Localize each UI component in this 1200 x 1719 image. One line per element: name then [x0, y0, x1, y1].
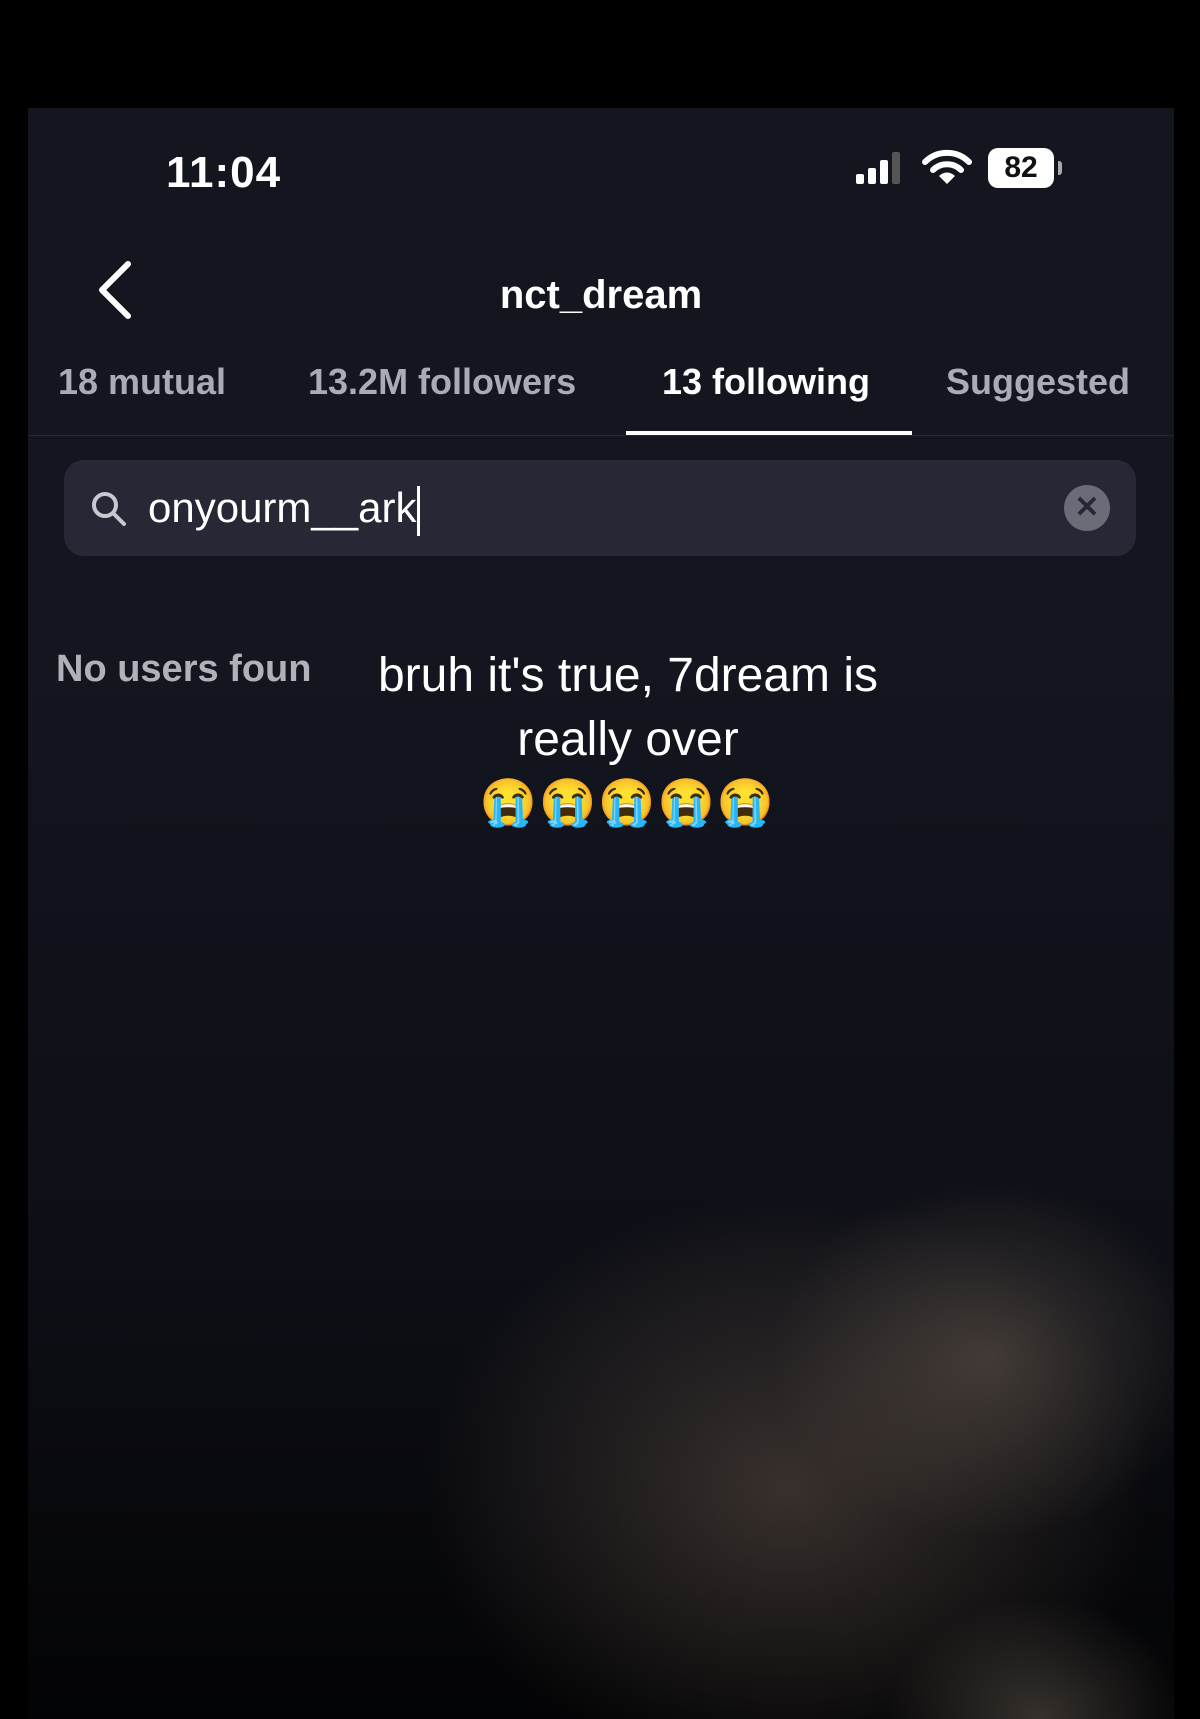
- wifi-icon: [922, 149, 972, 184]
- active-tab-indicator: [626, 431, 912, 435]
- cellular-signal-icon: [856, 152, 900, 184]
- status-icons: 82: [854, 148, 1062, 188]
- tab-suggested[interactable]: Suggested: [946, 361, 1130, 403]
- tab-following[interactable]: 13 following: [662, 361, 870, 403]
- tab-followers[interactable]: 13.2M followers: [308, 361, 576, 403]
- search-bar[interactable]: onyourm__ark ✕: [64, 460, 1136, 556]
- crying-emoji-row: 😭😭😭😭😭: [479, 776, 777, 828]
- caption-text: bruh it's true, 7dream is really over: [377, 649, 879, 766]
- battery-icon: 82: [988, 148, 1062, 188]
- search-input[interactable]: onyourm__ark: [148, 478, 1028, 538]
- tab-bar: 18 mutual 13.2M followers 13 following S…: [28, 353, 1174, 436]
- text-cursor: [417, 485, 421, 536]
- page-title: nct_dream: [499, 273, 703, 317]
- clear-icon[interactable]: ✕: [1064, 485, 1110, 531]
- video-caption: bruh it's true, 7dream is really over 😭😭…: [318, 644, 938, 832]
- tab-mutual[interactable]: 18 mutual: [58, 361, 226, 403]
- search-input-value: onyourm__ark: [148, 484, 417, 531]
- search-icon: [92, 492, 126, 526]
- no-results-text: No users foun: [56, 648, 312, 690]
- status-time: 11:04: [166, 148, 282, 197]
- app-screen: 11:04 82 nct_dream 18 mutual 13.2M follo…: [28, 108, 1174, 1719]
